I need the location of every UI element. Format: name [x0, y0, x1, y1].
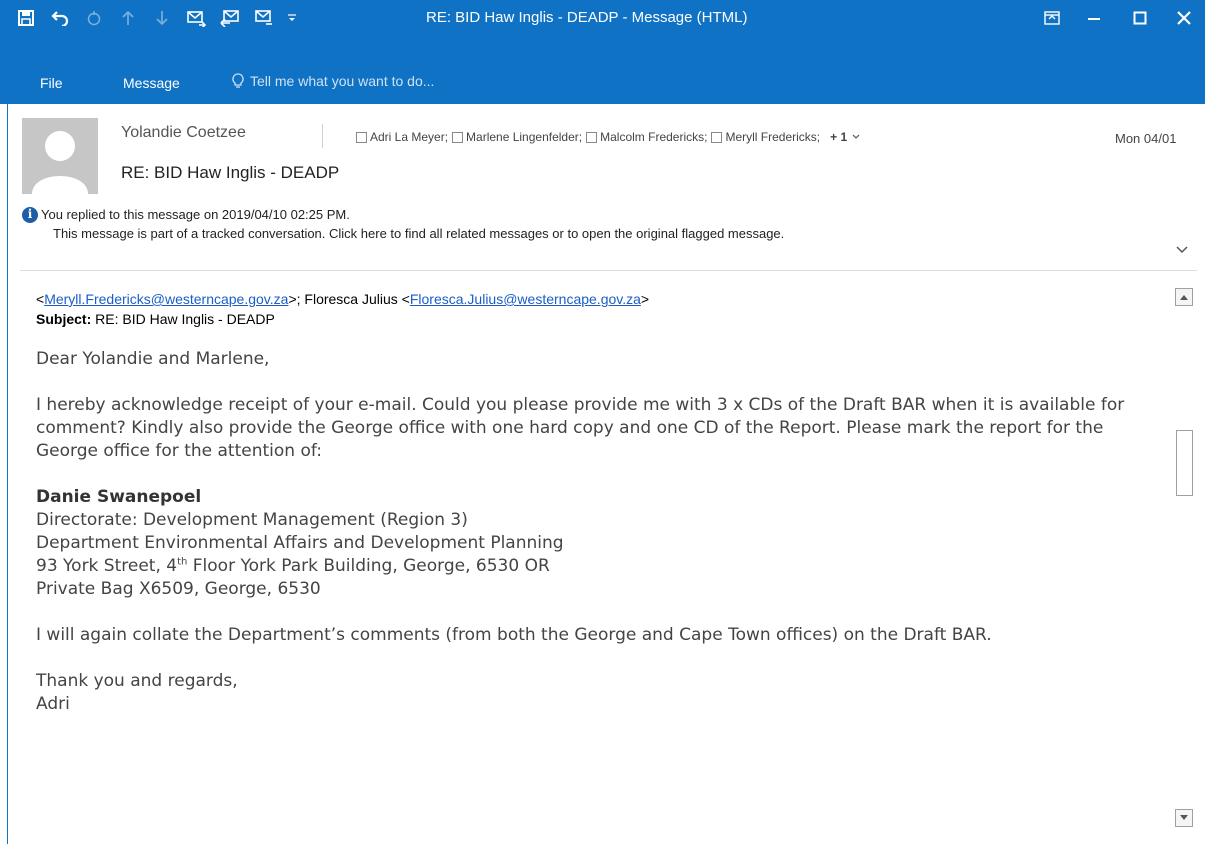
window-title: RE: BID Haw Inglis - DEADP - Message (HT…: [426, 9, 748, 26]
quick-access-toolbar: [0, 0, 300, 36]
signature-line: 93 York Street, 4th Floor York Park Buil…: [36, 556, 550, 576]
signature-name: Danie Swanepoel: [36, 487, 202, 507]
greeting: Dear Yolandie and Marlene,: [36, 349, 270, 369]
tell-me-label: Tell me what you want to do...: [250, 73, 435, 89]
down-arrow-icon: [1180, 815, 1188, 820]
tab-file[interactable]: File: [40, 75, 63, 91]
title-bar: RE: BID Haw Inglis - DEADP - Message (HT…: [0, 0, 1205, 64]
paragraph: I will again collate the Department’s co…: [36, 625, 992, 645]
closing-name: Adri: [36, 694, 70, 714]
reply-all-icon[interactable]: [216, 4, 244, 32]
tracked-conversation-notice[interactable]: This message is part of a tracked conver…: [22, 224, 1192, 243]
undo-icon[interactable]: [46, 4, 74, 32]
quoted-recipients-line: <Meryll.Fredericks@westerncape.gov.za>; …: [36, 291, 650, 307]
presence-icon: [356, 131, 367, 143]
up-arrow-icon: [114, 4, 142, 32]
more-recipients-button[interactable]: + 1: [830, 130, 861, 144]
presence-icon: [586, 131, 598, 143]
maximize-icon[interactable]: [1117, 0, 1163, 36]
recipient[interactable]: Marlene Lingenfelder;: [452, 130, 582, 144]
scroll-up-button[interactable]: [1175, 288, 1193, 306]
sender-name[interactable]: Yolandie Coetzee: [121, 124, 246, 142]
signature-line: Private Bag X6509, George, 6530: [36, 579, 321, 599]
ribbon-display-options-icon[interactable]: [1033, 0, 1071, 36]
chevron-down-icon: [852, 134, 860, 139]
vertical-scrollbar[interactable]: [1172, 285, 1196, 830]
lightbulb-icon: [232, 73, 244, 88]
expand-header-button[interactable]: [1172, 240, 1192, 260]
quoted-subject-line: Subject: RE: BID Haw Inglis - DEADP: [36, 311, 275, 327]
tell-me-search[interactable]: Tell me what you want to do...: [232, 73, 434, 89]
signature-line: Department Environmental Affairs and Dev…: [36, 533, 564, 553]
info-icon: i: [22, 206, 38, 223]
chevron-down-icon: [1176, 246, 1188, 254]
closing: Thank you and regards,: [36, 671, 238, 691]
recipient-list: Adri La Meyer; Marlene Lingenfelder; Mal…: [356, 130, 861, 144]
presence-icon: [452, 131, 464, 143]
window-border: [7, 104, 8, 844]
recipient[interactable]: Malcolm Fredericks;: [586, 130, 707, 144]
presence-icon: [711, 131, 723, 143]
paragraph: I hereby acknowledge receipt of your e-m…: [36, 395, 1125, 461]
recipient[interactable]: Adri La Meyer;: [356, 130, 448, 144]
divider: [20, 270, 1197, 271]
scroll-down-button[interactable]: [1175, 809, 1193, 827]
email-link[interactable]: Meryll.Fredericks@westerncape.gov.za: [44, 291, 288, 307]
redo-icon: [80, 4, 108, 32]
minimize-icon[interactable]: [1071, 0, 1117, 36]
customize-icon[interactable]: [284, 4, 300, 32]
up-arrow-icon: [1180, 295, 1188, 300]
save-icon[interactable]: [12, 4, 40, 32]
scroll-thumb[interactable]: [1176, 430, 1193, 496]
reply-icon[interactable]: [182, 4, 210, 32]
avatar: [22, 118, 98, 194]
replied-notice: You replied to this message on 2019/04/1…: [41, 207, 350, 222]
ribbon: File Message Tell me what you want to do…: [0, 64, 1205, 104]
recipient[interactable]: Meryll Fredericks;: [711, 130, 820, 144]
down-arrow-icon: [148, 4, 176, 32]
window-controls: [1033, 0, 1205, 36]
message-body: <Meryll.Fredericks@westerncape.gov.za>; …: [36, 289, 1166, 716]
close-icon[interactable]: [1163, 0, 1205, 36]
signature-line: Directorate: Development Management (Reg…: [36, 510, 468, 530]
tab-message[interactable]: Message: [123, 75, 180, 91]
message-subject: RE: BID Haw Inglis - DEADP: [121, 163, 340, 182]
info-bar[interactable]: i You replied to this message on 2019/04…: [22, 205, 1192, 243]
email-link[interactable]: Floresca.Julius@westerncape.gov.za: [410, 291, 641, 307]
sent-date: Mon 04/01: [1115, 131, 1177, 146]
header-separator: [322, 124, 323, 148]
forward-icon[interactable]: [250, 4, 278, 32]
